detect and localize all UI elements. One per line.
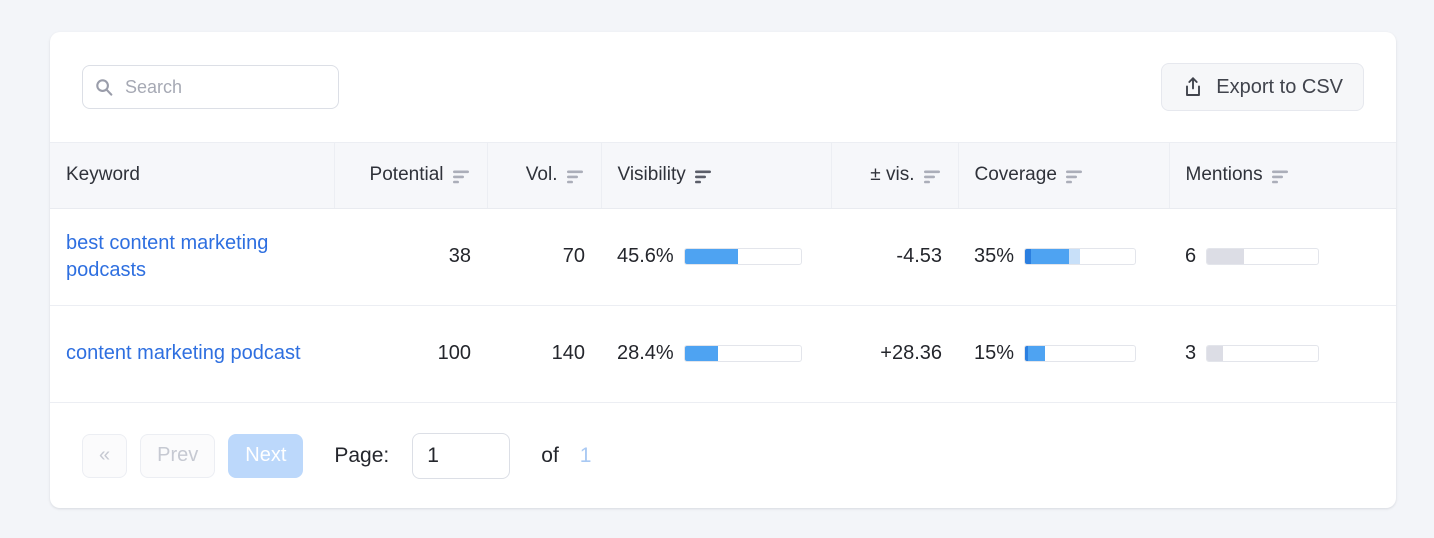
mentions-bar — [1206, 345, 1319, 362]
column-header-delta-visibility[interactable]: ± vis. — [831, 143, 958, 208]
column-label: Mentions — [1186, 164, 1263, 186]
table-body: best content marketing podcasts 38 70 45… — [50, 208, 1396, 402]
sort-icon[interactable] — [924, 168, 942, 182]
keyword-link[interactable]: best content marketing podcasts — [66, 230, 318, 284]
cell-coverage: 35% — [958, 208, 1169, 305]
column-label: Potential — [370, 164, 444, 186]
first-page-button[interactable]: « — [82, 434, 127, 478]
column-header-mentions[interactable]: Mentions — [1169, 143, 1396, 208]
coverage-bar — [1024, 345, 1136, 362]
column-header-potential[interactable]: Potential — [334, 143, 487, 208]
cell-visibility: 28.4% — [601, 305, 831, 402]
column-label: Keyword — [66, 164, 140, 186]
column-label: Coverage — [975, 164, 1057, 186]
next-page-button[interactable]: Next — [228, 434, 303, 478]
prev-page-button[interactable]: Prev — [140, 434, 215, 478]
column-header-volume[interactable]: Vol. — [487, 143, 601, 208]
export-button-label: Export to CSV — [1216, 76, 1343, 99]
cell-keyword: best content marketing podcasts — [50, 208, 334, 305]
cell-visibility: 45.6% — [601, 208, 831, 305]
cell-delta-visibility: +28.36 — [831, 305, 958, 402]
cell-mentions: 6 — [1169, 208, 1396, 305]
search-box[interactable] — [82, 65, 339, 109]
table-header-row: Keyword Potential — [50, 143, 1396, 208]
column-header-visibility[interactable]: Visibility — [601, 143, 831, 208]
cell-potential: 38 — [334, 208, 487, 305]
mentions-bar — [1206, 248, 1319, 265]
sort-icon[interactable] — [1066, 168, 1084, 182]
page-number-input[interactable] — [412, 433, 510, 479]
coverage-bar-tail — [1069, 249, 1080, 264]
visibility-value: 45.6% — [617, 245, 674, 268]
coverage-bar-fill — [1028, 346, 1045, 361]
sort-icon[interactable] — [567, 168, 585, 182]
cell-volume: 70 — [487, 208, 601, 305]
mentions-value: 6 — [1185, 245, 1196, 268]
column-label: ± vis. — [870, 164, 914, 186]
column-header-coverage[interactable]: Coverage — [958, 143, 1169, 208]
cell-delta-visibility: -4.53 — [831, 208, 958, 305]
export-to-csv-button[interactable]: Export to CSV — [1161, 63, 1364, 111]
coverage-bar-fill — [1031, 249, 1070, 264]
sort-icon[interactable] — [453, 168, 471, 182]
sort-icon[interactable] — [1272, 168, 1290, 182]
of-label: of — [541, 444, 559, 468]
pagination-bar: « Prev Next Page: of 1 — [50, 403, 1396, 509]
cell-potential: 100 — [334, 305, 487, 402]
coverage-value: 35% — [974, 245, 1014, 268]
coverage-value: 15% — [974, 342, 1014, 365]
sort-icon-active[interactable] — [695, 168, 713, 182]
visibility-bar-fill — [685, 346, 718, 361]
mentions-bar-fill — [1207, 346, 1223, 361]
total-pages-value: 1 — [580, 444, 592, 468]
mentions-bar-fill — [1207, 249, 1244, 264]
visibility-bar — [684, 248, 802, 265]
column-label: Visibility — [618, 164, 686, 186]
search-input[interactable] — [123, 76, 326, 99]
keyword-link[interactable]: content marketing podcast — [66, 340, 301, 367]
page-label: Page: — [334, 444, 389, 468]
visibility-value: 28.4% — [617, 342, 674, 365]
export-upload-icon — [1182, 76, 1204, 98]
table-toolbar: Export to CSV — [50, 32, 1396, 143]
table-row: best content marketing podcasts 38 70 45… — [50, 208, 1396, 305]
search-icon — [95, 78, 113, 96]
mentions-value: 3 — [1185, 342, 1196, 365]
table-row: content marketing podcast 100 140 28.4% … — [50, 305, 1396, 402]
visibility-bar — [684, 345, 802, 362]
visibility-bar-fill — [685, 249, 738, 264]
cell-mentions: 3 — [1169, 305, 1396, 402]
cell-keyword: content marketing podcast — [50, 305, 334, 402]
keywords-table: Keyword Potential — [50, 143, 1396, 403]
keyword-table-card: Export to CSV Keyword Potentia — [50, 32, 1396, 508]
cell-volume: 140 — [487, 305, 601, 402]
coverage-bar — [1024, 248, 1136, 265]
column-header-keyword[interactable]: Keyword — [50, 143, 334, 208]
cell-coverage: 15% — [958, 305, 1169, 402]
column-label: Vol. — [526, 164, 558, 186]
